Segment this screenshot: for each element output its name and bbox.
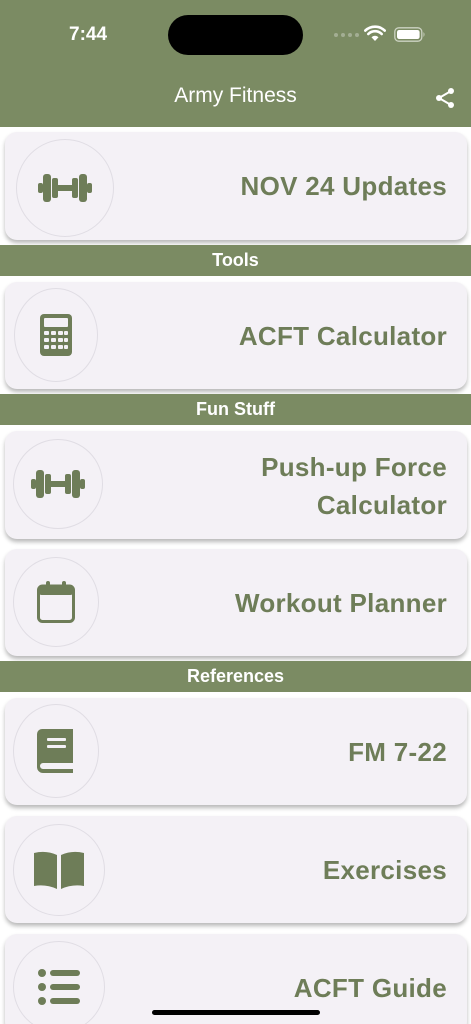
calendar-icon (37, 581, 75, 623)
dumbbell-icon (38, 174, 92, 202)
fm-7-22-card[interactable]: FM 7-22 (5, 698, 467, 805)
book-icon (37, 729, 73, 773)
nov-24-updates-card[interactable]: NOV 24 Updates (5, 132, 467, 240)
card-label: ACFT Calculator (238, 321, 447, 351)
card-label: NOV 24 Updates (240, 171, 447, 201)
icon-circle (14, 288, 98, 382)
push-up-force-calculator-card[interactable]: Push-up Force Calculator (5, 431, 467, 539)
icon-circle (13, 557, 99, 647)
app-header: 7:44 Army Fitness (0, 0, 471, 127)
icon-circle (16, 139, 114, 237)
section-header-tools: Tools (0, 245, 471, 276)
list-icon (38, 969, 80, 1005)
status-time: 7:44 (69, 24, 108, 45)
section-header-references: References (0, 661, 471, 692)
acft-calculator-card[interactable]: ACFT Calculator (5, 282, 467, 389)
icon-circle (13, 824, 105, 916)
dynamic-island (168, 15, 303, 55)
card-label: Exercises (322, 855, 447, 885)
battery-icon (394, 27, 425, 42)
icon-circle (13, 704, 99, 798)
card-label: FM 7-22 (348, 737, 447, 767)
home-indicator[interactable] (152, 1010, 320, 1015)
dumbbell-icon (31, 470, 85, 498)
wifi-icon (364, 25, 386, 41)
open-book-icon (34, 851, 84, 889)
cellular-signal-icon (334, 33, 359, 37)
share-icon[interactable] (433, 86, 457, 110)
calculator-icon (40, 314, 72, 356)
page-title: Army Fitness (174, 84, 297, 107)
exercises-card[interactable]: Exercises (5, 816, 467, 923)
icon-circle (13, 439, 103, 529)
workout-planner-card[interactable]: Workout Planner (5, 549, 467, 656)
section-header-fun-stuff: Fun Stuff (0, 394, 471, 425)
card-label: ACFT Guide (293, 973, 447, 1003)
card-label: Workout Planner (234, 588, 447, 618)
card-label: Push-up Force Calculator (261, 452, 447, 520)
icon-circle (13, 941, 105, 1024)
